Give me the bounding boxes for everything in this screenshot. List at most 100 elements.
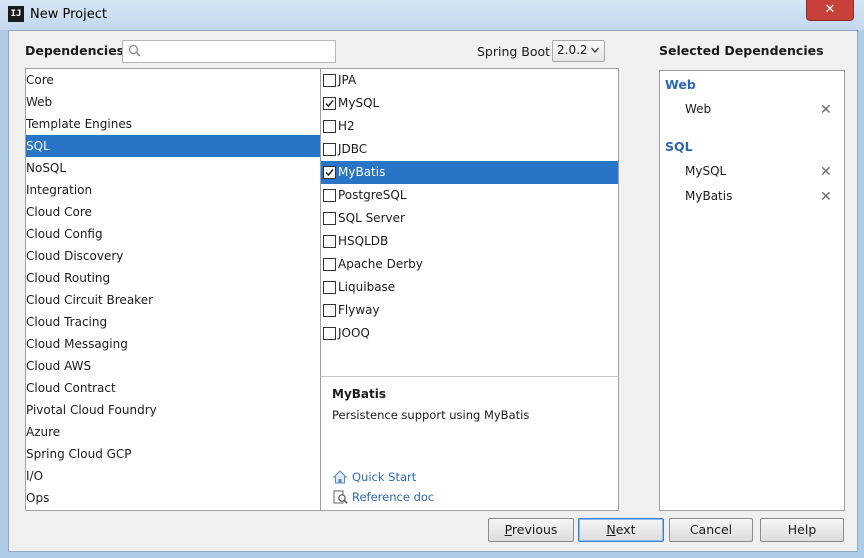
- category-label: Cloud Discovery: [26, 249, 124, 263]
- spring-boot-version-select[interactable]: 2.0.2: [552, 40, 605, 62]
- category-label: NoSQL: [26, 161, 67, 175]
- category-label: Ops: [26, 491, 50, 505]
- dependency-checkbox[interactable]: [323, 258, 336, 271]
- dependency-checkbox[interactable]: [323, 97, 336, 110]
- category-item[interactable]: SQL: [26, 135, 321, 157]
- category-item[interactable]: Cloud Circuit Breaker: [26, 289, 321, 311]
- checkmark-icon: [325, 169, 334, 177]
- reference-doc-label: Reference doc: [352, 490, 435, 504]
- dependency-label: Apache Derby: [338, 257, 423, 271]
- dependencies-label: Dependencies: [25, 43, 125, 58]
- help-button[interactable]: Help: [760, 518, 844, 542]
- dependency-label: H2: [338, 119, 355, 133]
- selected-group-title: SQL: [665, 139, 693, 154]
- category-label: Spring Cloud GCP: [26, 447, 132, 461]
- dependency-item[interactable]: Flyway: [321, 299, 618, 322]
- category-item[interactable]: Integration: [26, 179, 321, 201]
- category-label: Integration: [26, 183, 93, 197]
- category-item[interactable]: Cloud Discovery: [26, 245, 321, 267]
- dependency-label: Liquibase: [338, 280, 396, 294]
- dependency-item[interactable]: JDBC: [321, 138, 618, 161]
- category-item[interactable]: Spring Cloud GCP: [26, 443, 321, 465]
- category-item[interactable]: Cloud AWS: [26, 355, 321, 377]
- dependency-label: MyBatis: [338, 165, 386, 179]
- category-item[interactable]: Cloud Config: [26, 223, 321, 245]
- dependency-list: JPA MySQL H2 JDBC MyBatis PostgreSQL SQL Serve…: [320, 68, 619, 378]
- category-item[interactable]: Web: [26, 91, 321, 113]
- dependency-checkbox[interactable]: [323, 235, 336, 248]
- next-button[interactable]: Next: [578, 518, 664, 542]
- window-title: New Project: [30, 7, 107, 22]
- previous-mnemonic: P: [504, 522, 512, 537]
- previous-button[interactable]: Previous: [488, 518, 574, 542]
- category-item[interactable]: I/O: [26, 465, 321, 487]
- previous-rest: revious: [511, 522, 558, 537]
- cancel-button[interactable]: Cancel: [669, 518, 753, 542]
- dependency-label: JOOQ: [338, 326, 370, 340]
- category-item[interactable]: Cloud Routing: [26, 267, 321, 289]
- dependency-checkbox[interactable]: [323, 166, 336, 179]
- checkmark-icon: [325, 100, 334, 108]
- dependency-checkbox[interactable]: [323, 212, 336, 225]
- category-item[interactable]: Core: [26, 69, 321, 91]
- chevron-down-icon: [591, 47, 599, 53]
- remove-icon[interactable]: ✕: [820, 190, 832, 204]
- category-label: Pivotal Cloud Foundry: [26, 403, 157, 417]
- dependency-item[interactable]: Apache Derby: [321, 253, 618, 276]
- dependency-item[interactable]: JPA: [321, 69, 618, 92]
- dependency-label: PostgreSQL: [338, 188, 407, 202]
- category-label: SQL: [26, 139, 50, 153]
- dependency-item[interactable]: MySQL: [321, 92, 618, 115]
- search-icon: [128, 44, 141, 57]
- dependency-item[interactable]: MyBatis: [321, 161, 618, 184]
- dependency-checkbox[interactable]: [323, 143, 336, 156]
- dependency-label: HSQLDB: [338, 234, 389, 248]
- category-label: Web: [26, 95, 53, 109]
- dependency-label: SQL Server: [338, 211, 405, 225]
- category-item[interactable]: Cloud Core: [26, 201, 321, 223]
- previous-button-label: Previous: [505, 522, 558, 537]
- intellij-icon: IJ: [8, 6, 24, 22]
- category-item[interactable]: Pivotal Cloud Foundry: [26, 399, 321, 421]
- next-mnemonic: N: [606, 522, 616, 537]
- dependency-checkbox[interactable]: [323, 189, 336, 202]
- search-input[interactable]: [122, 40, 336, 63]
- category-item[interactable]: Cloud Contract: [26, 377, 321, 399]
- dependency-label: Flyway: [338, 303, 380, 317]
- selected-dependencies-label: Selected Dependencies: [659, 43, 824, 58]
- next-button-label: Next: [606, 522, 635, 537]
- dependency-checkbox[interactable]: [323, 74, 336, 87]
- category-label: Cloud AWS: [26, 359, 92, 373]
- category-label: Azure: [26, 425, 61, 439]
- dependency-item[interactable]: SQL Server: [321, 207, 618, 230]
- selected-dependencies-panel: Web Web ✕ SQL MySQL ✕ MyBatis ✕: [659, 70, 845, 511]
- dependency-item[interactable]: HSQLDB: [321, 230, 618, 253]
- category-label: Cloud Config: [26, 227, 103, 241]
- remove-icon[interactable]: ✕: [820, 165, 832, 179]
- category-item[interactable]: Template Engines: [26, 113, 321, 135]
- reference-doc-icon: [333, 490, 348, 504]
- spring-boot-label: Spring Boot: [477, 44, 551, 59]
- dependency-checkbox[interactable]: [323, 120, 336, 133]
- category-item[interactable]: NoSQL: [26, 157, 321, 179]
- category-label: I/O: [26, 469, 44, 483]
- dependency-checkbox[interactable]: [323, 327, 336, 340]
- dependency-item[interactable]: PostgreSQL: [321, 184, 618, 207]
- remove-icon[interactable]: ✕: [820, 103, 832, 117]
- dependency-item[interactable]: Liquibase: [321, 276, 618, 299]
- home-icon: [332, 470, 348, 484]
- dependency-checkbox[interactable]: [323, 304, 336, 317]
- next-rest: ext: [615, 522, 636, 537]
- category-item[interactable]: Cloud Messaging: [26, 333, 321, 355]
- quick-start-label: Quick Start: [352, 470, 417, 484]
- close-button[interactable]: ✕: [806, 0, 854, 21]
- dependency-checkbox[interactable]: [323, 281, 336, 294]
- category-item[interactable]: Ops: [26, 487, 321, 509]
- category-label: Core: [26, 73, 54, 87]
- category-item[interactable]: Azure: [26, 421, 321, 443]
- category-item[interactable]: Cloud Tracing: [26, 311, 321, 333]
- dialog-content: Dependencies Spring Boot 2.0.2 Selected …: [8, 30, 858, 552]
- dependency-item[interactable]: H2: [321, 115, 618, 138]
- dependency-item[interactable]: JOOQ: [321, 322, 618, 345]
- dependency-label: JDBC: [338, 142, 368, 156]
